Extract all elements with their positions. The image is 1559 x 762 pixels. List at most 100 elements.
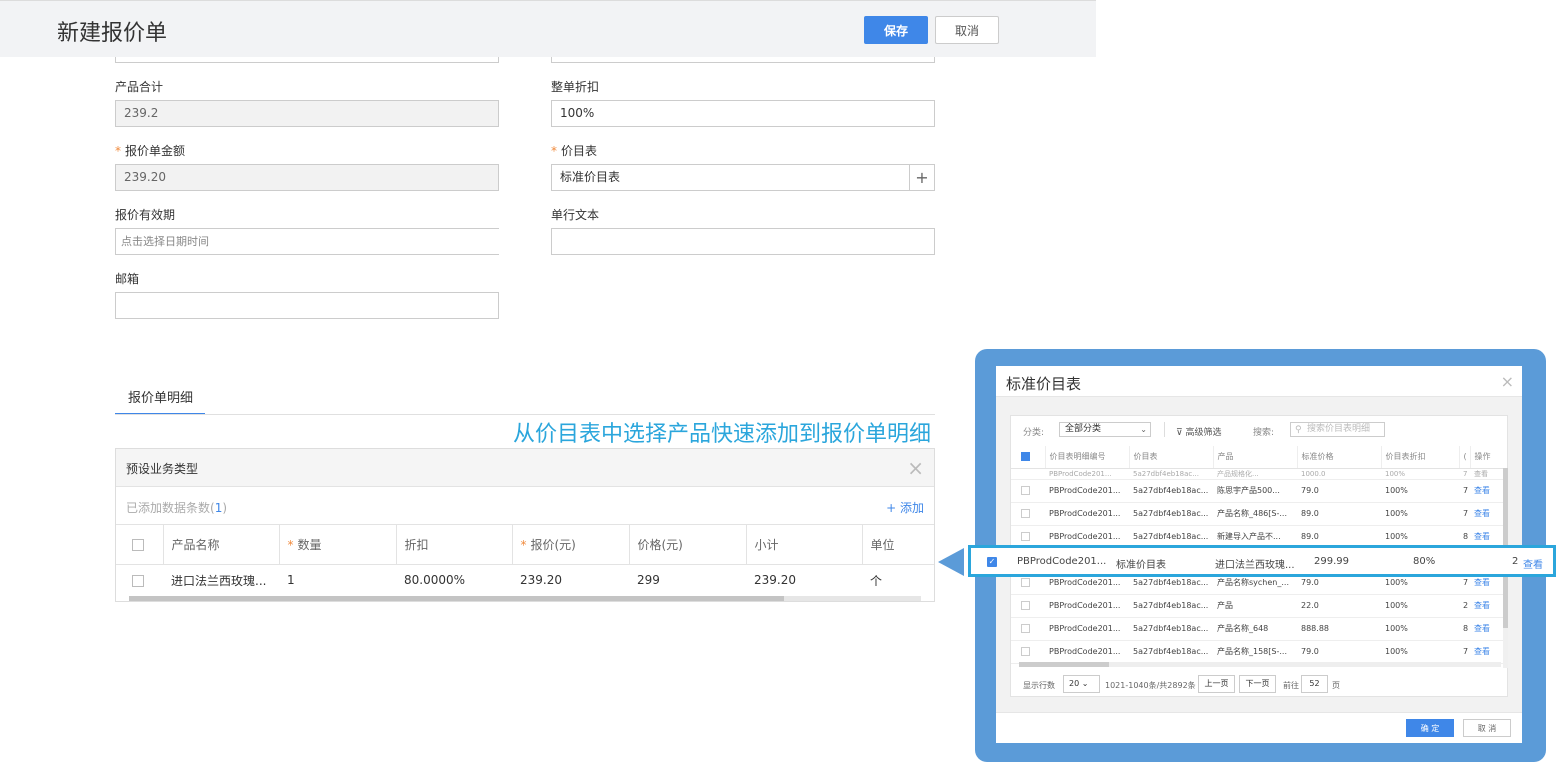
next-page-button[interactable]: 下一页 xyxy=(1239,675,1276,693)
faded-cell: 1000.0 xyxy=(1297,468,1381,480)
select-all-checkbox[interactable] xyxy=(1021,452,1030,462)
horizontal-scrollbar[interactable] xyxy=(1019,662,1501,667)
table-row[interactable]: PBProdCode201... 5a27dbf4eb18ac... 陈思宇产品… xyxy=(1011,479,1503,503)
goto-label: 前往 xyxy=(1283,681,1299,690)
cut-off-field-right[interactable] xyxy=(551,57,935,63)
faded-cell: 7 xyxy=(1459,468,1470,480)
cell-discount: 100% xyxy=(1381,594,1459,618)
cell-quantity[interactable]: 1 xyxy=(279,564,396,596)
select-all-cell[interactable] xyxy=(116,525,164,565)
pricebook-field[interactable]: 标准价目表 + xyxy=(551,164,935,191)
cut-off-field-left[interactable] xyxy=(115,57,499,63)
tab-quote-detail[interactable]: 报价单明细 xyxy=(115,387,205,415)
chevron-down-icon: ⌄ xyxy=(1081,679,1089,688)
hl-cell-product: 进口法兰西玫瑰... xyxy=(1215,560,1295,571)
selected-checkbox[interactable]: ✓ xyxy=(987,557,997,567)
row-checkbox[interactable] xyxy=(1021,578,1030,587)
cell-discount: 100% xyxy=(1381,502,1459,526)
table-row[interactable]: PBProdCode201... 5a27dbf4eb18ac... 产品名称_… xyxy=(1011,640,1503,664)
scrollbar-thumb[interactable] xyxy=(1019,662,1109,667)
row-checkbox[interactable] xyxy=(1021,624,1030,633)
cell-product: 产品名称_158[S-... xyxy=(1213,640,1297,664)
table-row[interactable]: 进口法兰西玫瑰... 1 80.0000% 239.20 299 239.20 … xyxy=(116,564,934,596)
dialog-close-icon[interactable]: × xyxy=(1501,372,1514,391)
category-select[interactable]: 全部分类 ⌄ xyxy=(1059,422,1151,437)
cancel-button[interactable]: 取消 xyxy=(935,16,999,44)
faded-cell: 查看 xyxy=(1470,468,1503,480)
table-row[interactable]: PBProdCode201... 5a27dbf4eb18ac... 产品 22… xyxy=(1011,594,1503,618)
required-mark: * xyxy=(287,537,294,552)
row-checkbox[interactable] xyxy=(1021,647,1030,656)
faded-cell: 5a27dbf4eb18ac... xyxy=(1129,468,1213,480)
single-text-input[interactable] xyxy=(551,228,935,255)
required-mark: * xyxy=(115,144,121,158)
row-checkbox-cell[interactable] xyxy=(1011,617,1045,641)
select-all-checkbox[interactable] xyxy=(132,538,144,551)
row-checkbox-cell[interactable] xyxy=(1011,479,1045,503)
validity-date-input[interactable]: 点击选择日期时间 xyxy=(115,228,499,255)
hl-view-link[interactable]: 查看 xyxy=(1523,556,1543,571)
cell-truncated: 2 xyxy=(1459,594,1470,618)
view-link[interactable]: 查看 xyxy=(1470,594,1503,618)
row-checkbox-cell[interactable] xyxy=(116,564,163,596)
row-checkbox[interactable] xyxy=(1021,601,1030,610)
prev-page-button[interactable]: 上一页 xyxy=(1198,675,1235,693)
discount-field[interactable]: 100% xyxy=(551,100,935,127)
confirm-button[interactable]: 确 定 xyxy=(1406,719,1454,737)
filter-row: 分类: 全部分类 ⌄ ⊽ 高级筛选 搜索: ⚲ 搜索价目表明细 xyxy=(1011,416,1509,443)
cell-quote-price[interactable]: 239.20 xyxy=(512,564,629,596)
dialog-cancel-button[interactable]: 取 消 xyxy=(1463,719,1511,737)
view-link[interactable]: 查看 xyxy=(1470,640,1503,664)
view-link[interactable]: 查看 xyxy=(1470,502,1503,526)
faded-cell: PBProdCode201... xyxy=(1045,468,1129,480)
col-quote-price: * 报价(元) xyxy=(512,525,630,565)
row-checkbox[interactable] xyxy=(1021,532,1030,541)
chevron-down-icon: ⌄ xyxy=(1140,425,1147,434)
select-all-cell[interactable] xyxy=(1011,446,1046,469)
table-row[interactable]: PBProdCode201... 5a27dbf4eb18ac... 产品名称_… xyxy=(1011,502,1503,526)
cell-truncated: 7 xyxy=(1459,640,1470,664)
cell-unit: 个 xyxy=(870,573,883,588)
goto-page-input[interactable]: 52 xyxy=(1301,675,1328,693)
scrollbar-thumb[interactable] xyxy=(129,596,784,601)
col-discount: 折扣 xyxy=(396,525,513,565)
horizontal-scrollbar[interactable] xyxy=(129,596,921,601)
cell-code: PBProdCode201... xyxy=(1045,617,1129,641)
highlighted-selected-row[interactable]: ✓ PBProdCode201... 标准价目表 进口法兰西玫瑰... 299.… xyxy=(968,545,1556,577)
col-subtotal: 小计 xyxy=(746,525,863,565)
category-value: 全部分类 xyxy=(1065,424,1102,434)
cell-subtotal: 239.20 xyxy=(754,573,796,588)
add-pricebook-button[interactable]: + xyxy=(909,165,934,190)
col-unit: 单位 xyxy=(862,525,934,565)
col-quote-price-label: 报价(元) xyxy=(530,537,576,552)
cell-price: 89.0 xyxy=(1297,502,1381,526)
category-label: 分类: xyxy=(1023,428,1045,438)
email-input[interactable] xyxy=(115,292,499,319)
row-checkbox[interactable] xyxy=(1021,486,1030,495)
col-quantity: * 数量 xyxy=(279,525,397,565)
row-checkbox-cell[interactable] xyxy=(1011,594,1045,618)
hl-cell-pricebook: 标准价目表 xyxy=(1116,560,1166,571)
row-checkbox[interactable] xyxy=(1021,509,1030,518)
cell-truncated: 7 xyxy=(1459,479,1470,503)
cell-pricebook: 5a27dbf4eb18ac... xyxy=(1129,640,1213,664)
add-item-link[interactable]: + 添加 xyxy=(886,499,924,516)
view-link[interactable]: 查看 xyxy=(1470,617,1503,641)
view-link[interactable]: 查看 xyxy=(1470,479,1503,503)
hl-cell-discount: 80% xyxy=(1413,556,1436,567)
rows-per-page-select[interactable]: 20 ⌄ xyxy=(1063,675,1100,693)
row-checkbox[interactable] xyxy=(132,574,144,587)
advanced-filter-button[interactable]: ⊽ 高级筛选 xyxy=(1176,425,1221,438)
close-icon[interactable]: × xyxy=(907,456,924,480)
col-action: 操作 xyxy=(1470,446,1503,469)
row-checkbox-cell[interactable] xyxy=(1011,502,1045,526)
page-unit: 页 xyxy=(1332,681,1340,690)
row-checkbox-cell[interactable] xyxy=(1011,640,1045,664)
table-row[interactable]: PBProdCode201... 5a27dbf4eb18ac... 产品名称_… xyxy=(1011,617,1503,641)
search-input[interactable]: ⚲ 搜索价目表明细 xyxy=(1290,422,1385,437)
pricebook-value: 标准价目表 xyxy=(560,170,621,184)
cell-discount: 100% xyxy=(1381,640,1459,664)
filter-icon: ⊽ xyxy=(1176,428,1183,438)
save-button[interactable]: 保存 xyxy=(864,16,928,44)
col-product: 产品 xyxy=(1213,446,1298,469)
